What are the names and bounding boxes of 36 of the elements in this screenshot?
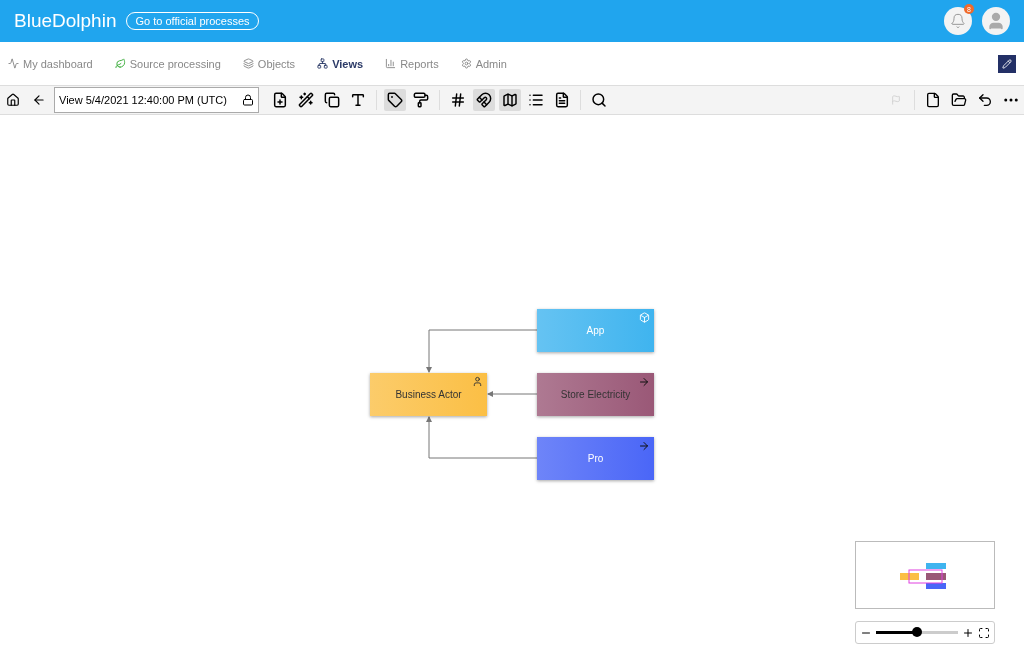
diagram-node[interactable]: Pro <box>537 437 654 480</box>
pulse-icon <box>8 58 19 69</box>
magnet-icon[interactable] <box>473 89 495 111</box>
tag-icon[interactable] <box>384 89 406 111</box>
lock-icon <box>242 94 254 106</box>
zoom-in-icon[interactable] <box>962 626 974 639</box>
settings-icon <box>460 58 472 69</box>
component-icon <box>639 312 650 323</box>
diagram-node[interactable]: App <box>537 309 654 352</box>
map-icon[interactable] <box>499 89 521 111</box>
view-name-field[interactable]: View 5/4/2021 12:40:00 PM (UTC) <box>54 87 259 113</box>
nav-tab[interactable]: Source processing <box>114 57 221 70</box>
layers-icon <box>242 58 254 69</box>
brand-name[interactable]: BlueDolphin <box>14 10 117 32</box>
minimap[interactable] <box>855 541 995 609</box>
nav-tab[interactable]: Objects <box>242 57 296 70</box>
person-icon <box>472 376 483 387</box>
leaf-icon <box>114 58 126 69</box>
edit-button[interactable] <box>998 54 1016 73</box>
connector-line <box>487 391 538 397</box>
home-icon[interactable] <box>6 93 20 107</box>
nav-tab[interactable]: Reports <box>385 57 439 70</box>
person-silhouette-icon <box>986 11 1006 31</box>
bar-chart-icon <box>385 58 397 69</box>
arrow-icon <box>638 440 650 452</box>
nav-tab[interactable]: Views <box>317 57 364 70</box>
nav-tab[interactable]: My dashboard <box>8 57 93 70</box>
minimap-drawing <box>900 563 946 589</box>
diagram-node[interactable]: Business Actor <box>370 373 487 416</box>
bell-icon <box>950 13 966 29</box>
arrow-icon <box>638 376 650 388</box>
fit-screen-icon[interactable] <box>978 626 990 639</box>
nav-tab[interactable]: Admin <box>460 57 507 70</box>
pencil-icon <box>1002 58 1012 69</box>
hierarchy-icon <box>317 58 329 69</box>
diagram-node[interactable]: Store Electricity <box>537 373 654 416</box>
